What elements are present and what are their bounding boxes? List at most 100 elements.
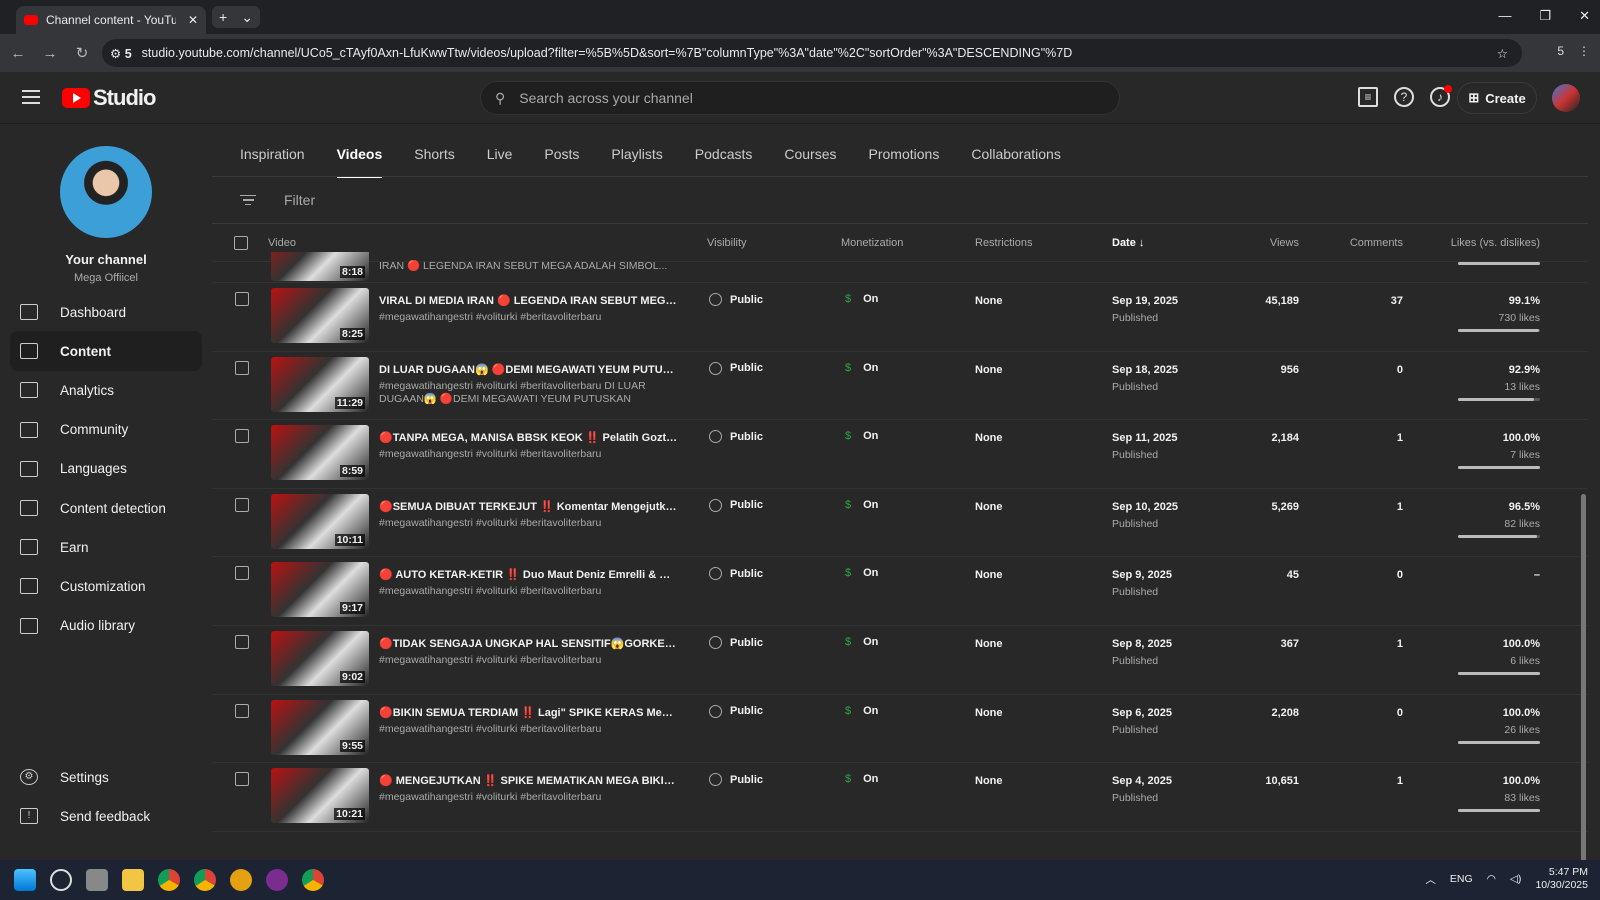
app-icon[interactable] — [266, 869, 288, 891]
filter-input[interactable]: Filter — [284, 192, 315, 208]
language-indicator[interactable]: ENG — [1450, 873, 1473, 885]
video-thumbnail[interactable]: 11:29 — [271, 356, 369, 412]
video-title[interactable]: 🔴 MENGEJUTKAN ‼️ SPIKE MEMATIKAN MEGA BI… — [379, 774, 679, 787]
forward-icon[interactable]: → — [36, 45, 64, 62]
windows-start-icon[interactable] — [14, 869, 36, 891]
monetization-status[interactable]: $ On — [845, 636, 878, 648]
table-row[interactable]: 9:17 🔴 AUTO KETAR-KETIR ‼️ Duo Maut Deni… — [212, 557, 1588, 626]
table-row[interactable]: 10:11 🔴SEMUA DIBUAT TERKEJUT ‼️ Komentar… — [212, 489, 1588, 558]
table-row[interactable]: 8:25 VIRAL DI MEDIA IRAN 🔴 LEGENDA IRAN … — [212, 283, 1588, 352]
monetization-status[interactable]: $ On — [845, 362, 878, 374]
visibility-dropdown[interactable]: Public — [709, 430, 763, 444]
video-title[interactable]: 🔴TANPA MEGA, MANISA BBSK KEOK ‼️ Pelatih… — [379, 431, 679, 444]
menu-icon[interactable] — [22, 90, 40, 108]
restore-icon[interactable]: ❐ — [1539, 8, 1551, 24]
back-icon[interactable]: ← — [4, 45, 32, 62]
site-settings-icon[interactable]: ⚙ 5 — [110, 46, 132, 61]
row-checkbox[interactable] — [235, 635, 249, 649]
tab-search-icon[interactable]: ⌄ — [241, 9, 253, 26]
file-explorer-icon[interactable] — [122, 869, 144, 891]
video-title[interactable]: 🔴SEMUA DIBUAT TERKEJUT ‼️ Komentar Menge… — [379, 500, 679, 513]
visibility-dropdown[interactable]: Public — [709, 704, 763, 718]
tray-chevron-icon[interactable]: ︿ — [1425, 872, 1436, 887]
close-window-icon[interactable]: ✕ — [1579, 8, 1590, 24]
sidebar-item-settings[interactable]: ⚙ Settings — [10, 757, 202, 797]
row-checkbox[interactable] — [235, 772, 249, 787]
tab-videos[interactable]: Videos — [336, 146, 383, 178]
app-icon[interactable] — [230, 869, 252, 891]
sidebar-item-earn[interactable]: Earn — [10, 527, 202, 567]
video-title[interactable]: 🔴TIDAK SENGAJA UNGKAP HAL SENSITIF😱GORKE… — [379, 637, 679, 650]
chrome-icon[interactable] — [158, 869, 180, 891]
video-thumbnail[interactable]: 8:59 — [271, 425, 369, 481]
tab-promotions[interactable]: Promotions — [869, 146, 940, 178]
tab-shorts[interactable]: Shorts — [414, 146, 454, 178]
visibility-dropdown[interactable]: Public — [709, 567, 763, 581]
table-row[interactable]: 8:59 🔴TANPA MEGA, MANISA BBSK KEOK ‼️ Pe… — [212, 420, 1588, 489]
monetization-status[interactable]: $ On — [845, 293, 878, 305]
volume-icon[interactable]: ◁) — [1510, 873, 1522, 885]
studio-logo[interactable]: Studio — [62, 85, 156, 111]
monetization-status[interactable]: $ On — [845, 705, 878, 717]
extensions-count[interactable]: 5 — [1557, 44, 1564, 58]
row-checkbox[interactable] — [235, 292, 249, 306]
column-likes[interactable]: Likes (vs. dislikes) — [1451, 237, 1540, 249]
tab-podcasts[interactable]: Podcasts — [695, 146, 753, 178]
help-icon[interactable]: ? — [1394, 87, 1414, 107]
sidebar-item-content-detection[interactable]: Content detection — [10, 488, 202, 528]
minimize-icon[interactable]: — — [1498, 8, 1511, 24]
column-comments[interactable]: Comments — [1350, 237, 1403, 249]
tab-posts[interactable]: Posts — [544, 146, 579, 178]
channel-avatar[interactable] — [60, 146, 152, 238]
search-icon[interactable] — [50, 869, 72, 891]
tab-collaborations[interactable]: Collaborations — [971, 146, 1061, 178]
sidebar-item-send-feedback[interactable]: ! Send feedback — [10, 796, 202, 836]
account-avatar[interactable] — [1552, 84, 1580, 112]
monetization-status[interactable]: $ On — [845, 430, 878, 442]
sidebar-item-audio-library[interactable]: Audio library — [10, 606, 202, 646]
url-text[interactable]: studio.youtube.com/channel/UCo5_cTAyf0Ax… — [142, 46, 1073, 60]
chrome-icon[interactable] — [302, 869, 324, 891]
row-checkbox[interactable] — [235, 566, 249, 581]
scrollbar[interactable] — [1581, 494, 1586, 869]
sidebar-item-community[interactable]: Community — [10, 410, 202, 450]
row-checkbox[interactable] — [235, 429, 249, 444]
tab-live[interactable]: Live — [487, 146, 513, 178]
column-visibility[interactable]: Visibility — [707, 237, 747, 249]
create-button[interactable]: ⊞ Create — [1457, 82, 1537, 114]
column-views[interactable]: Views — [1270, 237, 1299, 249]
plus-icon[interactable]: + — [219, 9, 227, 25]
search-input[interactable]: ⚲ Search across your channel — [480, 81, 1120, 115]
table-row-partial[interactable]: 8:18 IRAN 🔴 LEGENDA IRAN SEBUT MEGA ADAL… — [212, 252, 1588, 283]
table-row[interactable]: 11:29 DI LUAR DUGAAN😱 🔴DEMI MEGAWATI YEU… — [212, 352, 1588, 421]
tab-playlists[interactable]: Playlists — [611, 146, 662, 178]
task-view-icon[interactable] — [86, 869, 108, 891]
close-tab-icon[interactable]: ✕ — [188, 13, 198, 27]
video-title[interactable]: 🔴BIKIN SEMUA TERDIAM ‼️ Lagi" SPIKE KERA… — [379, 706, 679, 719]
sidebar-item-analytics[interactable]: Analytics — [10, 370, 202, 410]
chrome-icon[interactable] — [194, 869, 216, 891]
video-title[interactable]: VIRAL DI MEDIA IRAN 🔴 LEGENDA IRAN SEBUT… — [379, 294, 679, 307]
video-thumbnail[interactable]: 9:02 — [271, 631, 369, 686]
menu-kebab-icon[interactable]: ⋮ — [1578, 44, 1590, 58]
table-row[interactable]: 10:21 🔴 MENGEJUTKAN ‼️ SPIKE MEMATIKAN M… — [212, 763, 1588, 832]
video-thumbnail[interactable]: 10:21 — [271, 768, 369, 824]
column-monetization[interactable]: Monetization — [841, 237, 903, 249]
row-checkbox[interactable] — [235, 360, 249, 375]
notifications-bell-icon[interactable]: ♪ — [1430, 85, 1452, 107]
column-date[interactable]: Date ↓ — [1112, 237, 1144, 249]
monetization-status[interactable]: $ On — [845, 773, 878, 785]
tab-courses[interactable]: Courses — [784, 146, 836, 178]
column-restrictions[interactable]: Restrictions — [975, 237, 1032, 249]
select-all-checkbox[interactable] — [234, 236, 248, 250]
address-bar[interactable]: ⚙ 5 studio.youtube.com/channel/UCo5_cTAyf… — [102, 39, 1522, 67]
visibility-dropdown[interactable]: Public — [709, 636, 763, 649]
browser-tab[interactable]: Channel content - YouTube Studio ✕ — [16, 6, 206, 34]
video-thumbnail[interactable]: 9:17 — [271, 562, 369, 618]
monetization-status[interactable]: $ On — [845, 567, 878, 579]
table-row[interactable]: 9:02 🔴TIDAK SENGAJA UNGKAP HAL SENSITIF😱… — [212, 626, 1588, 695]
video-thumbnail[interactable]: 10:11 — [271, 493, 369, 549]
clock[interactable]: 5:47 PM 10/30/2025 — [1535, 866, 1588, 892]
wifi-icon[interactable]: ◠ — [1487, 873, 1496, 885]
sidebar-item-dashboard[interactable]: Dashboard — [10, 292, 202, 332]
